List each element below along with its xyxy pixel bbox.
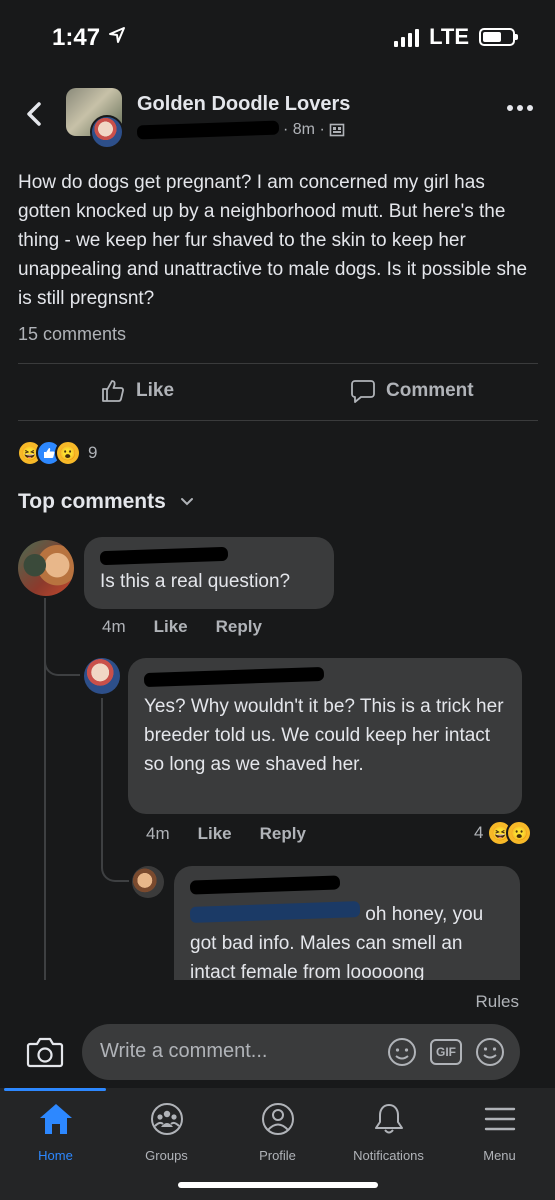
signal-icon — [394, 27, 420, 47]
thread-connector — [101, 848, 129, 882]
tab-groups[interactable]: Groups — [111, 1102, 222, 1163]
location-arrow-icon — [108, 26, 126, 49]
commenter-avatar[interactable] — [132, 866, 164, 898]
comment-text: Yes? Why wouldn't it be? This is a trick… — [144, 696, 504, 775]
tab-label: Groups — [145, 1148, 188, 1163]
comment-time[interactable]: 4m — [102, 617, 126, 637]
like-button[interactable]: Like — [100, 378, 174, 404]
comment-actions: 4m Like Reply — [102, 617, 262, 637]
comment-like-button[interactable]: Like — [198, 824, 232, 844]
more-options-button[interactable] — [507, 105, 533, 111]
thumbs-up-icon — [102, 380, 124, 402]
comment-reply-button[interactable]: Reply — [216, 617, 262, 637]
tab-label: Menu — [483, 1148, 516, 1163]
comment-bubble[interactable]: Yes? Why wouldn't it be? This is a trick… — [128, 658, 522, 814]
thread-line — [101, 698, 103, 848]
divider — [18, 420, 538, 421]
redacted-commenter-name — [99, 546, 318, 567]
tab-menu[interactable]: Menu — [444, 1102, 555, 1163]
comment-actions: 4m Like Reply — [146, 824, 306, 844]
tab-label: Profile — [259, 1148, 296, 1163]
tab-profile[interactable]: Profile — [222, 1102, 333, 1163]
menu-icon — [484, 1107, 515, 1131]
gif-button[interactable]: GIF — [430, 1039, 462, 1065]
redacted-commenter-name — [189, 875, 504, 896]
comment-time[interactable]: 4m — [146, 824, 170, 844]
redacted-commenter-name — [143, 666, 506, 688]
divider — [18, 363, 538, 364]
tab-label: Home — [38, 1148, 73, 1163]
tab-notifications[interactable]: Notifications — [333, 1102, 444, 1163]
comment-count[interactable]: 15 comments — [18, 324, 126, 345]
comment-reply-button[interactable]: Reply — [260, 824, 306, 844]
emoji-icon[interactable] — [474, 1036, 506, 1068]
reaction-summary[interactable]: 😆 😮 9 — [17, 440, 97, 466]
comment-input-placeholder: Write a comment... — [100, 1040, 268, 1062]
thread-connector — [44, 650, 80, 676]
post-text: How do dogs get pregnant? I am concerned… — [18, 172, 528, 309]
bell-icon — [374, 1104, 403, 1134]
comment-label: Comment — [386, 380, 474, 401]
redacted-mention — [189, 901, 361, 923]
chevron-down-icon — [180, 498, 193, 506]
comment-text: Is this a real question? — [100, 571, 291, 592]
wow-reaction-icon: 😮 — [506, 820, 533, 846]
tab-home[interactable]: Home — [0, 1102, 111, 1163]
back-button[interactable] — [20, 99, 50, 129]
home-icon — [39, 1104, 72, 1134]
author-avatar[interactable] — [90, 115, 124, 149]
comment-sort-label: Top comments — [18, 490, 166, 513]
comment-sort-dropdown[interactable]: Top comments — [18, 490, 194, 514]
wow-reaction-icon: 😮 — [55, 440, 81, 466]
carrier-label: LTE — [429, 24, 469, 49]
post-meta: · 8m · — [136, 120, 345, 140]
camera-icon — [26, 1037, 64, 1068]
comment-composer-area: Rules Write a comment... GIF — [0, 980, 555, 1085]
avatar-sticker-icon[interactable] — [386, 1036, 418, 1068]
tab-label: Notifications — [353, 1148, 424, 1163]
commenter-avatar[interactable] — [84, 658, 120, 694]
post-header: Golden Doodle Lovers · 8m · — [0, 85, 555, 150]
rules-link[interactable]: Rules — [476, 992, 519, 1012]
commenter-avatar[interactable] — [18, 540, 74, 596]
like-label: Like — [136, 380, 175, 401]
home-indicator[interactable] — [178, 1182, 378, 1188]
comment-like-button[interactable]: Like — [154, 617, 188, 637]
chevron-left-icon — [27, 102, 41, 126]
comment-reactions[interactable]: 4 😆 😮 — [474, 820, 533, 846]
comment-bubble[interactable]: Is this a real question? — [84, 537, 334, 609]
gif-label: GIF — [436, 1045, 456, 1059]
active-tab-indicator — [4, 1088, 106, 1091]
profile-icon — [261, 1103, 294, 1135]
group-name[interactable]: Golden Doodle Lovers — [137, 93, 350, 116]
group-privacy-icon — [329, 123, 345, 137]
comment-bubble-icon — [351, 380, 375, 403]
status-bar: 1:47 LTE — [0, 0, 555, 75]
comment-button[interactable]: Comment — [350, 378, 474, 404]
comment-input[interactable]: Write a comment... GIF — [82, 1024, 520, 1080]
redacted-author-name — [136, 120, 280, 140]
reaction-count: 9 — [88, 443, 98, 462]
status-time: 1:47 — [52, 24, 101, 51]
groups-icon — [150, 1103, 183, 1135]
battery-icon — [479, 28, 518, 46]
comment-reaction-count: 4 — [474, 823, 484, 842]
post-time[interactable]: · 8m · — [283, 121, 325, 139]
camera-button[interactable] — [26, 1036, 64, 1073]
